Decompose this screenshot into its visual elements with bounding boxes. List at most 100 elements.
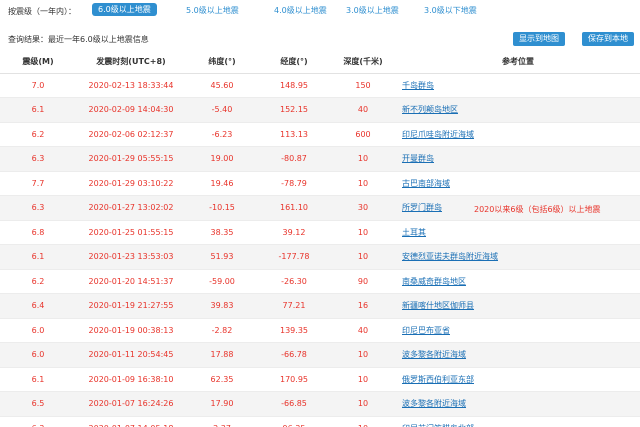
location-link[interactable]: 安德烈亚诺夫群岛附近海域 (402, 252, 498, 261)
cell-magnitude: 6.4 (0, 293, 76, 319)
filter-option-6-plus[interactable]: 6.0级以上地震 (92, 3, 157, 16)
cell-latitude: 19.46 (186, 171, 258, 196)
cell-location: 安德烈亚诺夫群岛附近海域 (396, 244, 640, 270)
cell-location: 印尼爪哇岛附近海域 (396, 122, 640, 147)
cell-time: 2020-02-09 14:04:30 (76, 97, 186, 123)
cell-time: 2020-01-11 20:54:45 (76, 342, 186, 368)
location-link[interactable]: 印尼巴布亚省 (402, 326, 450, 335)
cell-time: 2020-01-09 16:38:10 (76, 367, 186, 392)
location-link[interactable]: 千岛群岛 (402, 81, 434, 90)
query-result-bar: 查询结果：最近一年6.0级以上地震信息 显示到地图 保存到本地 (0, 30, 640, 48)
cell-depth: 10 (330, 244, 396, 270)
cell-latitude: 19.00 (186, 146, 258, 172)
magnitude-filter-bar: 按震级（一年内）： 6.0级以上地震 5.0级以上地震 4.0级以上地震 3.0… (0, 0, 640, 22)
save-local-button[interactable]: 保存到本地 (582, 32, 634, 46)
table-row: 6.5 2020-01-07 16:24:26 17.90 -66.85 10 波多黎各附… (0, 391, 640, 417)
cell-location: 新不列颠岛地区 (396, 97, 640, 123)
cell-location: 俄罗斯西伯利亚东部 (396, 367, 640, 392)
cell-longitude: -78.79 (258, 171, 330, 196)
table-row: 6.2 2020-02-06 02:12:37 -6.23 113.13 600 印尼爪哇… (0, 122, 640, 147)
table-header-row: 震级(M) 发震时刻(UTC+8) 纬度(°) 经度(°) 深度(千米) 参考位… (0, 51, 640, 74)
cell-longitude: 39.12 (258, 220, 330, 245)
cell-time: 2020-01-23 13:53:03 (76, 244, 186, 270)
cell-longitude: -66.85 (258, 391, 330, 417)
header-magnitude: 震级(M) (0, 51, 76, 74)
location-link[interactable]: 印尼爪哇岛附近海域 (402, 130, 474, 139)
cell-magnitude: 6.1 (0, 367, 76, 392)
location-link[interactable]: 波多黎各附近海域 (402, 399, 466, 408)
cell-longitude: 152.15 (258, 97, 330, 123)
location-link[interactable]: 新疆喀什地区伽师县 (402, 301, 474, 310)
cell-depth: 10 (330, 367, 396, 392)
filter-option-4-plus[interactable]: 4.0级以上地震 (274, 5, 327, 16)
table-row: 6.1 2020-02-09 14:04:30 -5.40 152.15 40 新不列颠岛… (0, 97, 640, 123)
table-row: 6.1 2020-01-23 13:53:03 51.93 -177.78 10 安德烈亚… (0, 244, 640, 270)
query-result-text: 查询结果：最近一年6.0级以上地震信息 (8, 35, 149, 44)
cell-location: 波多黎各附近海域 (396, 342, 640, 368)
filter-label: 按震级（一年内）： (8, 7, 76, 16)
location-link[interactable]: 南桑威奇群岛地区 (402, 277, 466, 286)
cell-location: 新疆喀什地区伽师县 (396, 293, 640, 319)
cell-magnitude: 6.3 (0, 146, 76, 172)
cell-depth: 600 (330, 122, 396, 147)
cell-latitude: 51.93 (186, 244, 258, 270)
cell-time: 2020-02-06 02:12:37 (76, 122, 186, 147)
cell-time: 2020-01-19 00:38:13 (76, 318, 186, 343)
cell-location: 开曼群岛 (396, 146, 640, 172)
cell-depth: 10 (330, 342, 396, 368)
cell-magnitude: 6.3 (0, 195, 76, 221)
cell-depth: 40 (330, 97, 396, 123)
cell-location: 土耳其 (396, 220, 640, 245)
table-row: 6.8 2020-01-25 01:55:15 38.35 39.12 10 土耳其 (0, 220, 640, 245)
cell-depth: 10 (330, 220, 396, 245)
cell-depth: 10 (330, 416, 396, 427)
table-row: 6.3 2020-01-29 05:55:15 19.00 -80.87 10 开曼群岛 (0, 146, 640, 172)
cell-time: 2020-01-27 13:02:02 (76, 195, 186, 221)
location-link[interactable]: 土耳其 (402, 228, 426, 237)
cell-depth: 10 (330, 171, 396, 196)
filter-option-below-3[interactable]: 3.0级以下地震 (424, 5, 477, 16)
cell-magnitude: 6.0 (0, 318, 76, 343)
table-row: 6.32020-01-07 14:05:182.3796.3510印尼苏门答腊岛… (0, 416, 640, 427)
cell-location: 波多黎各附近海域 (396, 391, 640, 417)
cell-location: 古巴南部海域 (396, 171, 640, 196)
cell-location: 印尼巴布亚省 (396, 318, 640, 343)
cell-latitude: 39.83 (186, 293, 258, 319)
earthquake-table: 震级(M) 发震时刻(UTC+8) 纬度(°) 经度(°) 深度(千米) 参考位… (0, 51, 640, 427)
filter-option-3-plus[interactable]: 3.0级以上地震 (346, 5, 399, 16)
cell-time: 2020-01-29 03:10:22 (76, 171, 186, 196)
cell-depth: 10 (330, 391, 396, 417)
table-row: 6.4 2020-01-19 21:27:55 39.83 77.21 16 新疆喀什地区… (0, 293, 640, 319)
show-on-map-button[interactable]: 显示到地图 (513, 32, 565, 46)
cell-depth: 30 (330, 195, 396, 221)
cell-magnitude: 6.1 (0, 244, 76, 270)
cell-magnitude: 6.2 (0, 269, 76, 294)
cell-latitude: -59.00 (186, 269, 258, 294)
header-location: 参考位置 (396, 51, 640, 74)
cell-magnitude: 6.8 (0, 220, 76, 245)
annotation-text: 2020以来6级（包括6级）以上地震 (474, 205, 601, 214)
location-link[interactable]: 开曼群岛 (402, 154, 434, 163)
cell-time: 2020-01-25 01:55:15 (76, 220, 186, 245)
header-latitude: 纬度(°) (186, 51, 258, 74)
cell-magnitude: 7.7 (0, 171, 76, 196)
cell-longitude: 148.95 (258, 73, 330, 98)
cell-latitude: 2.37 (186, 416, 258, 427)
cell-longitude: 139.35 (258, 318, 330, 343)
cell-time: 2020-01-19 21:27:55 (76, 293, 186, 319)
location-link[interactable]: 新不列颠岛地区 (402, 105, 458, 114)
cell-time: 2020-01-07 16:24:26 (76, 391, 186, 417)
table-row: 6.1 2020-01-09 16:38:10 62.35 170.95 10 俄罗斯西伯… (0, 367, 640, 392)
cell-longitude: 170.95 (258, 367, 330, 392)
location-link[interactable]: 俄罗斯西伯利亚东部 (402, 375, 474, 384)
cell-longitude: -80.87 (258, 146, 330, 172)
filter-option-5-plus[interactable]: 5.0级以上地震 (186, 5, 239, 16)
location-link[interactable]: 所罗门群岛 (402, 203, 442, 212)
location-link[interactable]: 波多黎各附近海域 (402, 350, 466, 359)
cell-time: 2020-01-29 05:55:15 (76, 146, 186, 172)
cell-magnitude: 6.5 (0, 391, 76, 417)
location-link[interactable]: 古巴南部海域 (402, 179, 450, 188)
cell-magnitude: 6.0 (0, 342, 76, 368)
header-longitude: 经度(°) (258, 51, 330, 74)
header-time: 发震时刻(UTC+8) (76, 51, 186, 74)
